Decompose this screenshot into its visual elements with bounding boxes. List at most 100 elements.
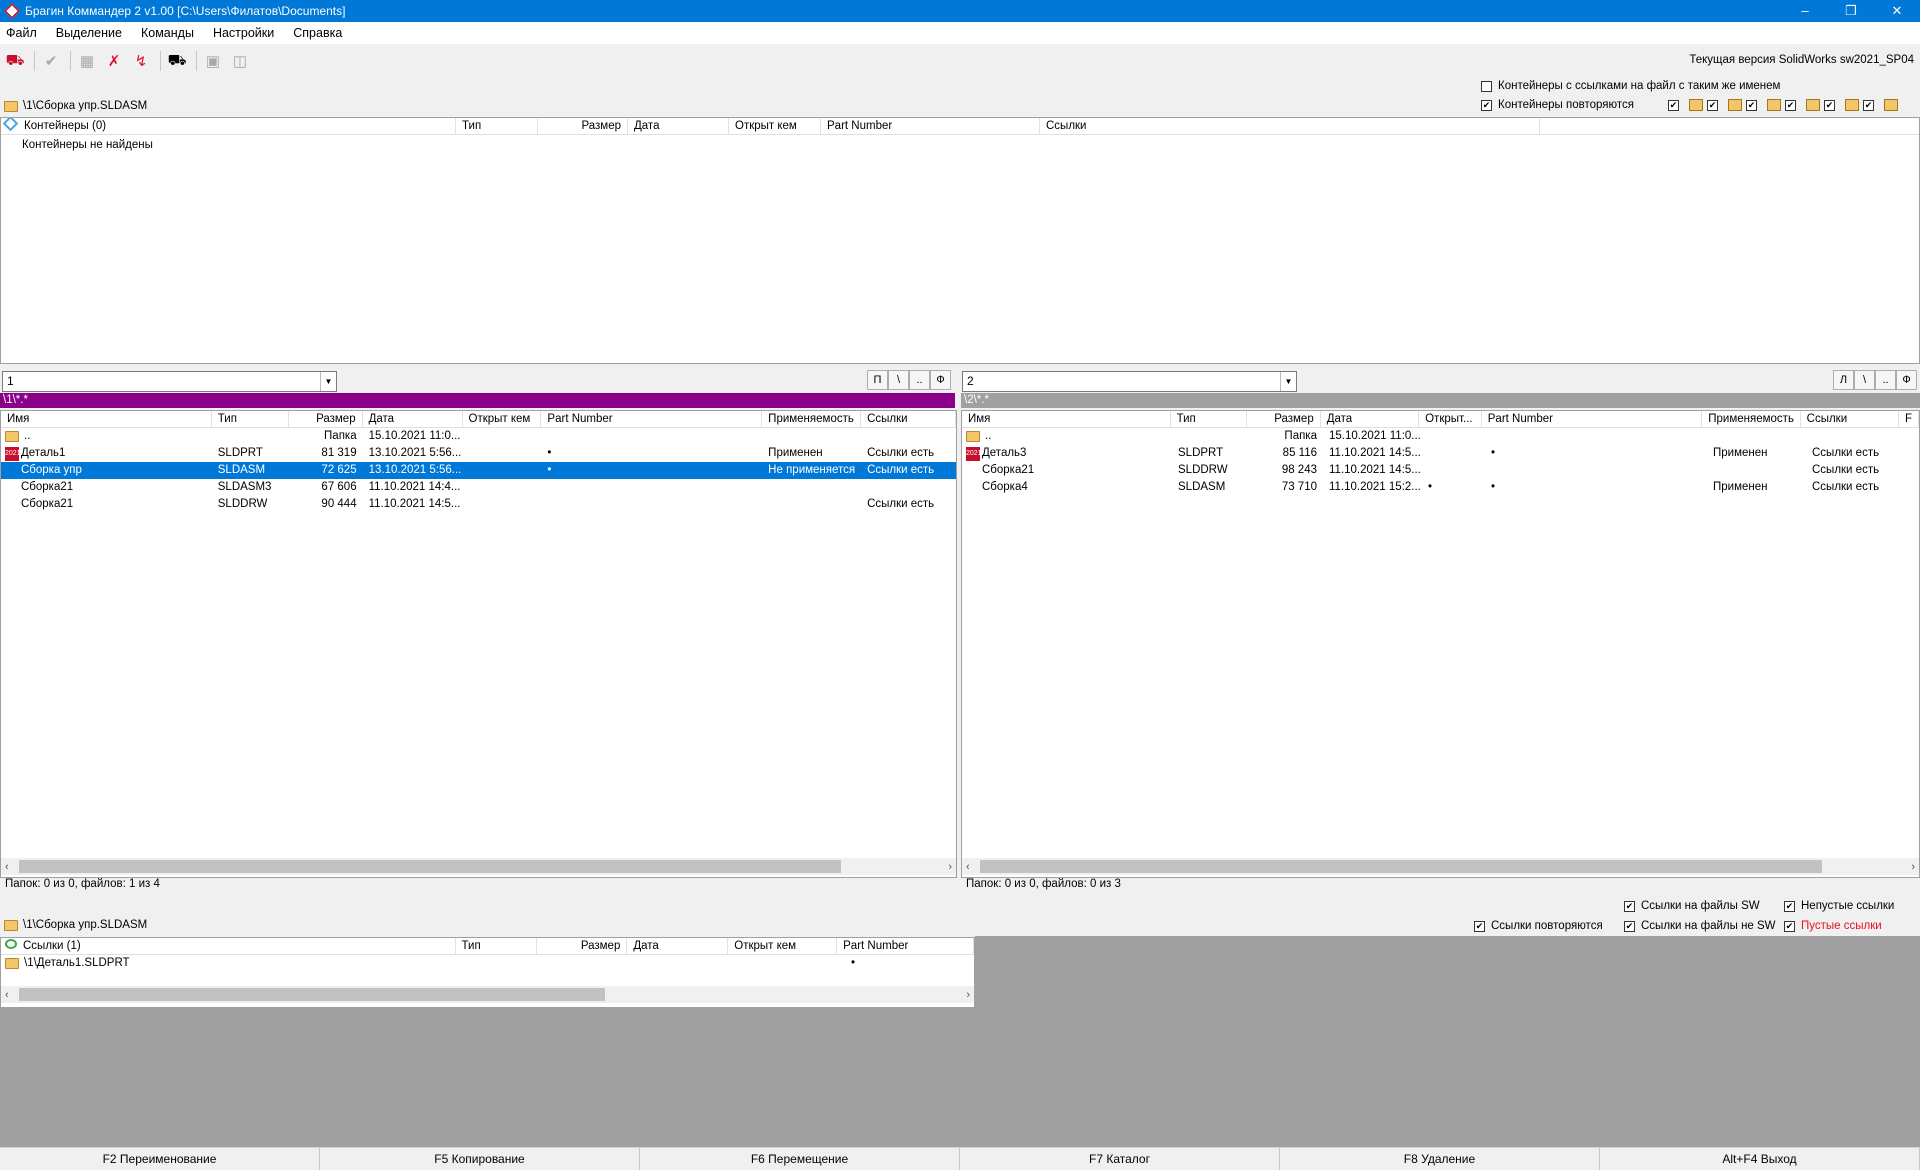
scroll-thumb[interactable] <box>19 860 841 873</box>
checkbox[interactable]: ✔ <box>1824 99 1835 111</box>
checkbox[interactable]: ✔ <box>1785 99 1796 111</box>
containers-list[interactable]: Контейнеры (0) Тип Размер Дата Открыт ке… <box>0 117 1920 364</box>
f6-move-button[interactable]: F6 Перемещение <box>640 1148 960 1170</box>
col-part-number[interactable]: Part Number <box>837 938 974 954</box>
col-size[interactable]: Размер <box>1247 411 1321 427</box>
col-type[interactable]: Тип <box>1171 411 1248 427</box>
col-links[interactable]: Ссылки <box>1801 411 1900 427</box>
col-opened[interactable]: Открыт кем <box>729 118 821 134</box>
left-drive-combo[interactable]: 1 ▼ <box>2 371 337 392</box>
scroll-thumb[interactable] <box>980 860 1822 873</box>
table-row[interactable]: Сборка21 SLDDRW 90 444 11.10.2021 14:5... Сс… <box>1 496 956 513</box>
col-links-name[interactable]: Ссылки (1) <box>1 938 456 954</box>
menu-selection[interactable]: Выделение <box>56 26 122 40</box>
nav-button[interactable]: .. <box>1875 370 1896 390</box>
binoculars-icon[interactable]: ⛟ <box>165 49 189 73</box>
col-usage[interactable]: Применяемость <box>762 411 862 427</box>
checkbox[interactable]: ✔ <box>1784 920 1795 932</box>
checkbox[interactable]: ✔ <box>1668 99 1679 111</box>
nav-button[interactable]: Ф <box>930 370 951 390</box>
col-part-number[interactable]: Part Number <box>541 411 763 427</box>
f8-delete-button[interactable]: F8 Удаление <box>1280 1148 1600 1170</box>
col-size[interactable]: Размер <box>538 118 628 134</box>
opt-links-repeat[interactable]: ✔ Ссылки повторяются <box>1474 920 1603 932</box>
table-row[interactable]: Сборка4 SLDASM 73 710 11.10.2021 15:2... • • П… <box>962 479 1919 496</box>
window-icon[interactable]: ▣ <box>201 49 225 73</box>
left-hscrollbar[interactable]: ‹ › <box>1 858 956 875</box>
checkbox[interactable]: ✔ <box>1624 920 1635 932</box>
chevron-down-icon[interactable]: ▼ <box>320 372 336 391</box>
scroll-right-icon[interactable]: › <box>966 989 970 1001</box>
checkbox[interactable]: ✔ <box>1481 99 1492 111</box>
col-opened[interactable]: Открыт кем <box>463 411 542 427</box>
scroll-left-icon[interactable]: ‹ <box>5 989 9 1001</box>
col-usage[interactable]: Применяемость <box>1702 411 1801 427</box>
remove-link-icon[interactable]: ↯ <box>129 49 153 73</box>
menu-help[interactable]: Справка <box>293 26 342 40</box>
col-type[interactable]: Тип <box>212 411 289 427</box>
binoculars-red-icon[interactable]: ⛟ <box>3 49 27 73</box>
remove-container-icon[interactable]: ✗ <box>102 49 126 73</box>
nav-button[interactable]: .. <box>909 370 930 390</box>
window2-icon[interactable]: ◫ <box>228 49 252 73</box>
opt-links-sw[interactable]: ✔ Ссылки на файлы SW <box>1624 900 1760 912</box>
col-type[interactable]: Тип <box>456 938 538 954</box>
checkbox[interactable]: ✔ <box>1746 99 1757 111</box>
nav-button[interactable]: Л <box>1833 370 1854 390</box>
opt-same-name[interactable]: Контейнеры с ссылками на файл с таким же… <box>1481 80 1780 92</box>
opt-containers-repeat[interactable]: ✔ Контейнеры повторяются <box>1481 99 1634 111</box>
f5-copy-button[interactable]: F5 Копирование <box>320 1148 640 1170</box>
opt-empty-links[interactable]: ✔ Пустые ссылки <box>1784 920 1882 932</box>
col-containers[interactable]: Контейнеры (0) <box>1 118 456 134</box>
restore-button[interactable]: ❐ <box>1828 0 1874 22</box>
col-date[interactable]: Дата <box>1321 411 1420 427</box>
col-size[interactable]: Размер <box>289 411 363 427</box>
col-links[interactable]: Ссылки <box>1040 118 1540 134</box>
minimize-button[interactable]: – <box>1782 0 1828 22</box>
col-size[interactable]: Размер <box>537 938 628 954</box>
scroll-right-icon[interactable]: › <box>1911 861 1915 873</box>
col-date[interactable]: Дата <box>627 938 729 954</box>
scroll-left-icon[interactable]: ‹ <box>5 861 9 873</box>
checkbox[interactable]: ✔ <box>1784 900 1795 912</box>
checkbox[interactable]: ✔ <box>1707 99 1718 111</box>
right-drive-combo[interactable]: 2 ▼ <box>962 371 1297 392</box>
table-row[interactable]: 2021 Деталь1 SLDPRT 81 319 13.10.2021 5:56..… <box>1 445 956 462</box>
chevron-down-icon[interactable]: ▼ <box>1280 372 1296 391</box>
checkbox[interactable]: ✔ <box>1863 99 1874 111</box>
table-row[interactable]: Сборка упр SLDASM 72 625 13.10.2021 5:56...… <box>1 462 956 479</box>
checkbox[interactable] <box>1481 80 1492 92</box>
menu-file[interactable]: Файл <box>6 26 37 40</box>
f7-folder-button[interactable]: F7 Каталог <box>960 1148 1280 1170</box>
table-row[interactable]: Сборка21 SLDDRW 98 243 11.10.2021 14:5... Сс… <box>962 462 1919 479</box>
container-icon[interactable]: ▦ <box>75 49 99 73</box>
menu-settings[interactable]: Настройки <box>213 26 274 40</box>
check-icon[interactable]: ✔ <box>39 49 63 73</box>
table-row[interactable]: Сборка21 SLDASM3 67 606 11.10.2021 14:4... <box>1 479 956 496</box>
menu-commands[interactable]: Команды <box>141 26 194 40</box>
close-button[interactable]: ✕ <box>1874 0 1920 22</box>
checkbox[interactable]: ✔ <box>1474 920 1485 932</box>
col-date[interactable]: Дата <box>363 411 463 427</box>
nav-button[interactable]: \ <box>1854 370 1875 390</box>
exit-button[interactable]: Alt+F4 Выход <box>1600 1148 1920 1170</box>
list-item[interactable]: \1\Деталь1.SLDPRT • <box>1 955 974 972</box>
scroll-left-icon[interactable]: ‹ <box>966 861 970 873</box>
opt-links-not-sw[interactable]: ✔ Ссылки на файлы не SW <box>1624 920 1776 932</box>
scroll-thumb[interactable] <box>19 988 605 1001</box>
table-row[interactable]: .. Папка 15.10.2021 11:0... <box>962 428 1919 445</box>
nav-button[interactable]: \ <box>888 370 909 390</box>
col-opened[interactable]: Открыт кем <box>728 938 838 954</box>
f2-rename-button[interactable]: F2 Переименование <box>0 1148 320 1170</box>
table-row[interactable]: 2021 Деталь3 SLDPRT 85 116 11.10.2021 14:5..… <box>962 445 1919 462</box>
checkbox[interactable]: ✔ <box>1624 900 1635 912</box>
col-f[interactable]: F <box>1899 411 1919 427</box>
links-hscrollbar[interactable]: ‹ › <box>1 986 974 1003</box>
table-row[interactable]: .. Папка 15.10.2021 11:0... <box>1 428 956 445</box>
right-file-list[interactable]: Имя Тип Размер Дата Открыт... Part Numbe… <box>961 410 1920 878</box>
nav-button[interactable]: Ф <box>1896 370 1917 390</box>
right-hscrollbar[interactable]: ‹ › <box>962 858 1919 875</box>
left-file-list[interactable]: Имя Тип Размер Дата Открыт кем Part Numb… <box>0 410 957 878</box>
col-part-number[interactable]: Part Number <box>1482 411 1703 427</box>
col-name[interactable]: Имя <box>1 411 212 427</box>
